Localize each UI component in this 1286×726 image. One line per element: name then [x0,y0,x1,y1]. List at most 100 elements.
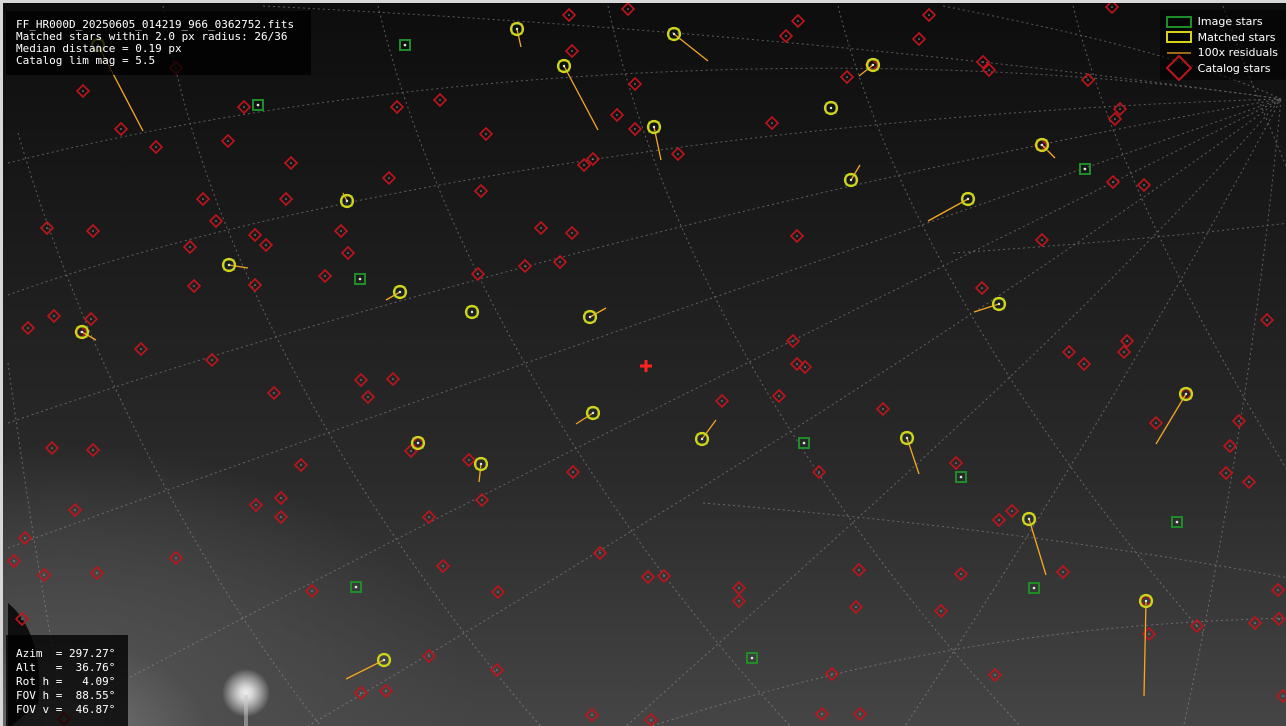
matched-star-dot [672,32,676,36]
fovv-text: FOV v = 46.87° [16,703,116,716]
catalog-star-dot [53,315,55,317]
catalog-star-dot [90,318,92,320]
catalog-star-dot [831,673,833,675]
catalog-star-dot [193,285,195,287]
image-star-dot [802,441,806,445]
residual-line [478,463,482,483]
catalog-star-dot [1282,695,1284,697]
catalog-star-dot [616,114,618,116]
residual-line [516,28,522,48]
azim-text: Azim = 297.27° [16,647,116,660]
image-star-dot [1083,167,1087,171]
catalog-star-dot [940,610,942,612]
catalog-star-dot [778,395,780,397]
catalog-star-dot [1277,589,1279,591]
catalog-star-dot [360,379,362,381]
catalog-star-dot [1119,108,1121,110]
catalog-star-dot [496,669,498,671]
catalog-star-dot [955,462,957,464]
catalog-star-dot [583,164,585,166]
legend-image-stars: Image stars [1165,14,1278,30]
catalog-star-dot [211,359,213,361]
catalog-star-dot [994,674,996,676]
catalog-star-dot [215,220,217,222]
catalog-star-dot [559,261,561,263]
catalog-star-dot [388,177,390,179]
catalog-star-dot [396,106,398,108]
yellow-square-icon [1165,30,1192,44]
legend-catalog-stars: Catalog stars [1165,55,1278,82]
catalog-star-dot [43,574,45,576]
catalog-star-dot [1083,363,1085,365]
catalog-star-dot [1278,618,1280,620]
catalog-star-dot [821,713,823,715]
catalog-star-dot [634,128,636,130]
catalog-star-dot [27,327,29,329]
catalog-star-dot [1229,445,1231,447]
catalog-star-dot [311,590,313,592]
matched-star-dot [398,290,402,294]
matched-star-dot [416,441,420,445]
catalog-star-dot [285,198,287,200]
catalog-star-dot [572,471,574,473]
catalog-star-dot [1123,351,1125,353]
catalog-star-dot [497,591,499,593]
catalog-star-dot [189,246,191,248]
catalog-star-dot [855,606,857,608]
residual-line [563,65,599,131]
center-cross-layer [640,360,652,372]
catalog-star-dot [175,557,177,559]
image-star-dot [403,43,407,47]
matched-star-dot [966,197,970,201]
legend: Image stars Matched stars 100x residuals… [1159,10,1286,82]
catalog-star-dot [13,560,15,562]
catalog-star-dot [120,128,122,130]
catalog-star-dot [254,234,256,236]
pointing-info-panel: Azim = 297.27° Alt = 36.76° Rot h = 4.09° F… [6,635,128,726]
image-star-dot [750,656,754,660]
catalog-star-dot [571,232,573,234]
catalog-star-dot [1155,422,1157,424]
catalog-star-dot [1062,571,1064,573]
fit-info-panel: FF_HR000D_20250605_014219_966_0362752.fi… [6,11,311,75]
catalog-star-dot [340,230,342,232]
catalog-star-dot [428,655,430,657]
catalog-star-dot [347,252,349,254]
catalog-star-dot [571,50,573,52]
plate-view: FF_HR000D_20250605_014219_966_0362752.fi… [0,0,1286,726]
residual-line [1143,600,1147,697]
sky-canvas [6,3,1286,726]
catalog-star-dot [468,459,470,461]
catalog-star-dot [1126,340,1128,342]
catalog-star-dot [1112,181,1114,183]
catalog-star-dot [1111,6,1113,8]
catalog-star-dot [627,8,629,10]
image-stars-layer [252,39,1183,664]
lim-mag-text: Catalog lim mag = 5.5 [16,54,156,67]
image-star-dot [354,585,358,589]
catalog-star-dot [796,235,798,237]
fovh-text: FOV h = 88.55° [16,689,116,702]
catalog-star-dot [859,713,861,715]
catalog-star-dot [243,106,245,108]
matched-star-dot [562,64,566,68]
green-square-icon [1165,15,1192,29]
catalog-star-dot [1248,481,1250,483]
catalog-star-dot [481,499,483,501]
catalog-star-dot [524,265,526,267]
catalog-star-dot [1068,351,1070,353]
catalog-star-dot [255,504,257,506]
catalog-star-dot [442,565,444,567]
matched-star-dot [997,302,1001,306]
catalog-star-dot [785,35,787,37]
matched-star-dot [479,462,483,466]
catalog-star-dot [721,400,723,402]
matched-star-dot [905,436,909,440]
catalog-star-dot [882,408,884,410]
alt-text: Alt = 36.76° [16,661,116,674]
catalog-star-dot [92,230,94,232]
matched-star-dot [829,106,833,110]
catalog-star-dot [1225,472,1227,474]
catalog-star-dot [51,447,53,449]
residual-line [385,291,401,301]
